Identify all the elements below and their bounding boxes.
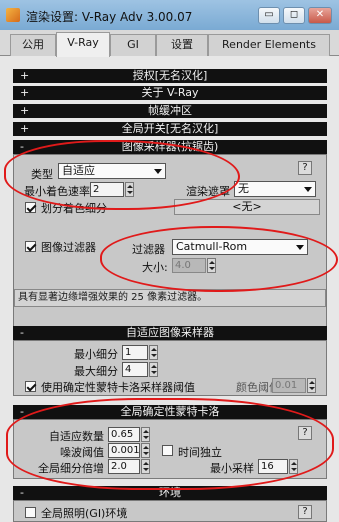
max-subdivs-spinner[interactable]: [149, 362, 158, 377]
divide-shading-subdivs-checkbox[interactable]: [25, 202, 36, 213]
min-samples-input[interactable]: 16: [258, 459, 288, 474]
tab-bar: 公用 V-Ray GI 设置 Render Elements: [0, 30, 339, 57]
rollout-title: 环境: [159, 486, 181, 499]
image-filter-checkbox[interactable]: [25, 241, 36, 252]
rollout-title: 关于 V-Ray: [141, 86, 199, 99]
rollout-framebuffer[interactable]: + 帧缓冲区: [13, 104, 327, 118]
max-subdivs-input[interactable]: 4: [122, 362, 148, 377]
render-mask-select[interactable]: 无: [234, 181, 316, 197]
rollout-title: 帧缓冲区: [148, 104, 192, 117]
filter-label: 过滤器: [132, 243, 165, 256]
global-dmc-panel: ? 自适应数量 0.65 噪波阈值 0.001 时间独立 全局细分倍增 2.0 …: [13, 419, 327, 479]
rollout-about[interactable]: + 关于 V-Ray: [13, 86, 327, 100]
adaptive-amount-spinner[interactable]: [141, 427, 150, 442]
filter-size-label: 大小:: [142, 261, 168, 274]
chevron-down-icon: [304, 187, 312, 192]
tab-gi[interactable]: GI: [110, 34, 156, 56]
minimize-button[interactable]: ▭: [258, 7, 280, 24]
filter-type-select[interactable]: Catmull-Rom: [172, 239, 308, 255]
help-button[interactable]: ?: [298, 161, 312, 175]
adaptive-amount-label: 自适应数量: [49, 430, 104, 443]
rollout-environment[interactable]: - 环境: [13, 486, 327, 500]
min-shading-rate-input[interactable]: 2: [90, 182, 124, 197]
type-label: 类型: [31, 168, 53, 181]
use-dmc-threshold-checkbox[interactable]: [25, 381, 36, 392]
min-shading-rate-spinner[interactable]: [125, 182, 134, 197]
chevron-down-icon: [154, 169, 162, 174]
color-threshold-spinner[interactable]: [307, 378, 316, 393]
gi-environment-label: 全局照明(GI)环境: [41, 507, 128, 520]
filter-size-spinner[interactable]: [207, 258, 216, 273]
noise-threshold-label: 噪波阈值: [60, 446, 104, 459]
global-subdivs-mult-label: 全局细分倍增: [38, 462, 104, 475]
rollout-title: 自适应图像采样器: [126, 326, 214, 339]
tab-common[interactable]: 公用: [10, 34, 56, 56]
select-value: Catmull-Rom: [176, 240, 248, 253]
help-button[interactable]: ?: [298, 426, 312, 440]
rollout-image-sampler[interactable]: - 图像采样器(抗锯齿): [13, 140, 327, 154]
rollout-title: 授权[无名汉化]: [132, 69, 208, 82]
rollout-license[interactable]: + 授权[无名汉化]: [13, 69, 327, 83]
render-settings-window: 渲染设置: V-Ray Adv 3.00.07 ▭ ◻ ✕ 公用 V-Ray G…: [0, 0, 339, 522]
title-bar[interactable]: 渲染设置: V-Ray Adv 3.00.07 ▭ ◻ ✕: [0, 0, 339, 30]
tab-render-elements[interactable]: Render Elements: [208, 34, 330, 56]
tab-settings[interactable]: 设置: [156, 34, 208, 56]
render-mask-object-button[interactable]: <无>: [174, 199, 320, 215]
image-filter-label: 图像过滤器: [41, 241, 96, 254]
window-title: 渲染设置: V-Ray Adv 3.00.07: [26, 10, 193, 24]
chevron-down-icon: [296, 245, 304, 250]
max-subdivs-label: 最大细分: [74, 365, 118, 378]
global-subdivs-mult-input[interactable]: 2.0: [108, 459, 140, 474]
min-subdivs-spinner[interactable]: [149, 345, 158, 360]
min-samples-label: 最小采样: [210, 462, 254, 475]
rollout-title: 全局确定性蒙特卡洛: [120, 405, 220, 418]
close-button[interactable]: ✕: [308, 7, 332, 24]
app-icon: [6, 8, 20, 22]
gi-environment-checkbox[interactable]: [25, 507, 36, 518]
noise-threshold-input[interactable]: 0.001: [108, 443, 140, 458]
rollout-adaptive-sampler[interactable]: - 自适应图像采样器: [13, 326, 327, 340]
adaptive-sampler-panel: 最小细分 1 最大细分 4 使用确定性蒙特卡洛采样器阈值 颜色阈值 0.01: [13, 340, 327, 396]
min-subdivs-input[interactable]: 1: [122, 345, 148, 360]
select-value: 无: [238, 182, 249, 195]
noise-threshold-spinner[interactable]: [141, 443, 150, 458]
maximize-button[interactable]: ◻: [283, 7, 305, 24]
render-mask-label: 渲染遮罩: [186, 185, 230, 198]
sampler-type-select[interactable]: 自适应: [58, 163, 166, 179]
time-independent-label: 时间独立: [178, 446, 222, 459]
image-sampler-panel: ? 类型 自适应 最小着色速率 2 渲染遮罩 无 <无> 划分着色细分 图像过滤…: [13, 154, 327, 350]
rollout-global-dmc[interactable]: - 全局确定性蒙特卡洛: [13, 405, 327, 419]
rollout-global-switches[interactable]: + 全局开关[无名汉化]: [13, 122, 327, 136]
adaptive-amount-input[interactable]: 0.65: [108, 427, 140, 442]
use-dmc-threshold-label: 使用确定性蒙特卡洛采样器阈值: [41, 381, 195, 394]
select-value: 自适应: [62, 164, 95, 177]
divide-shading-subdivs-label: 划分着色细分: [41, 202, 107, 215]
min-subdivs-label: 最小细分: [74, 348, 118, 361]
color-threshold-input[interactable]: 0.01: [272, 378, 306, 393]
help-button[interactable]: ?: [298, 505, 312, 519]
min-shading-rate-label: 最小着色速率: [24, 185, 90, 198]
min-samples-spinner[interactable]: [289, 459, 298, 474]
rollout-title: 图像采样器(抗锯齿): [121, 140, 219, 153]
rollout-title: 全局开关[无名汉化]: [121, 122, 219, 135]
tab-vray[interactable]: V-Ray: [56, 32, 110, 57]
environment-panel: 全局照明(GI)环境 ?: [13, 500, 327, 522]
time-independent-checkbox[interactable]: [162, 445, 173, 456]
filter-description: 具有显著边缘增强效果的 25 像素过滤器。: [14, 289, 326, 307]
filter-size-input[interactable]: 4.0: [172, 258, 206, 273]
global-subdivs-mult-spinner[interactable]: [141, 459, 150, 474]
